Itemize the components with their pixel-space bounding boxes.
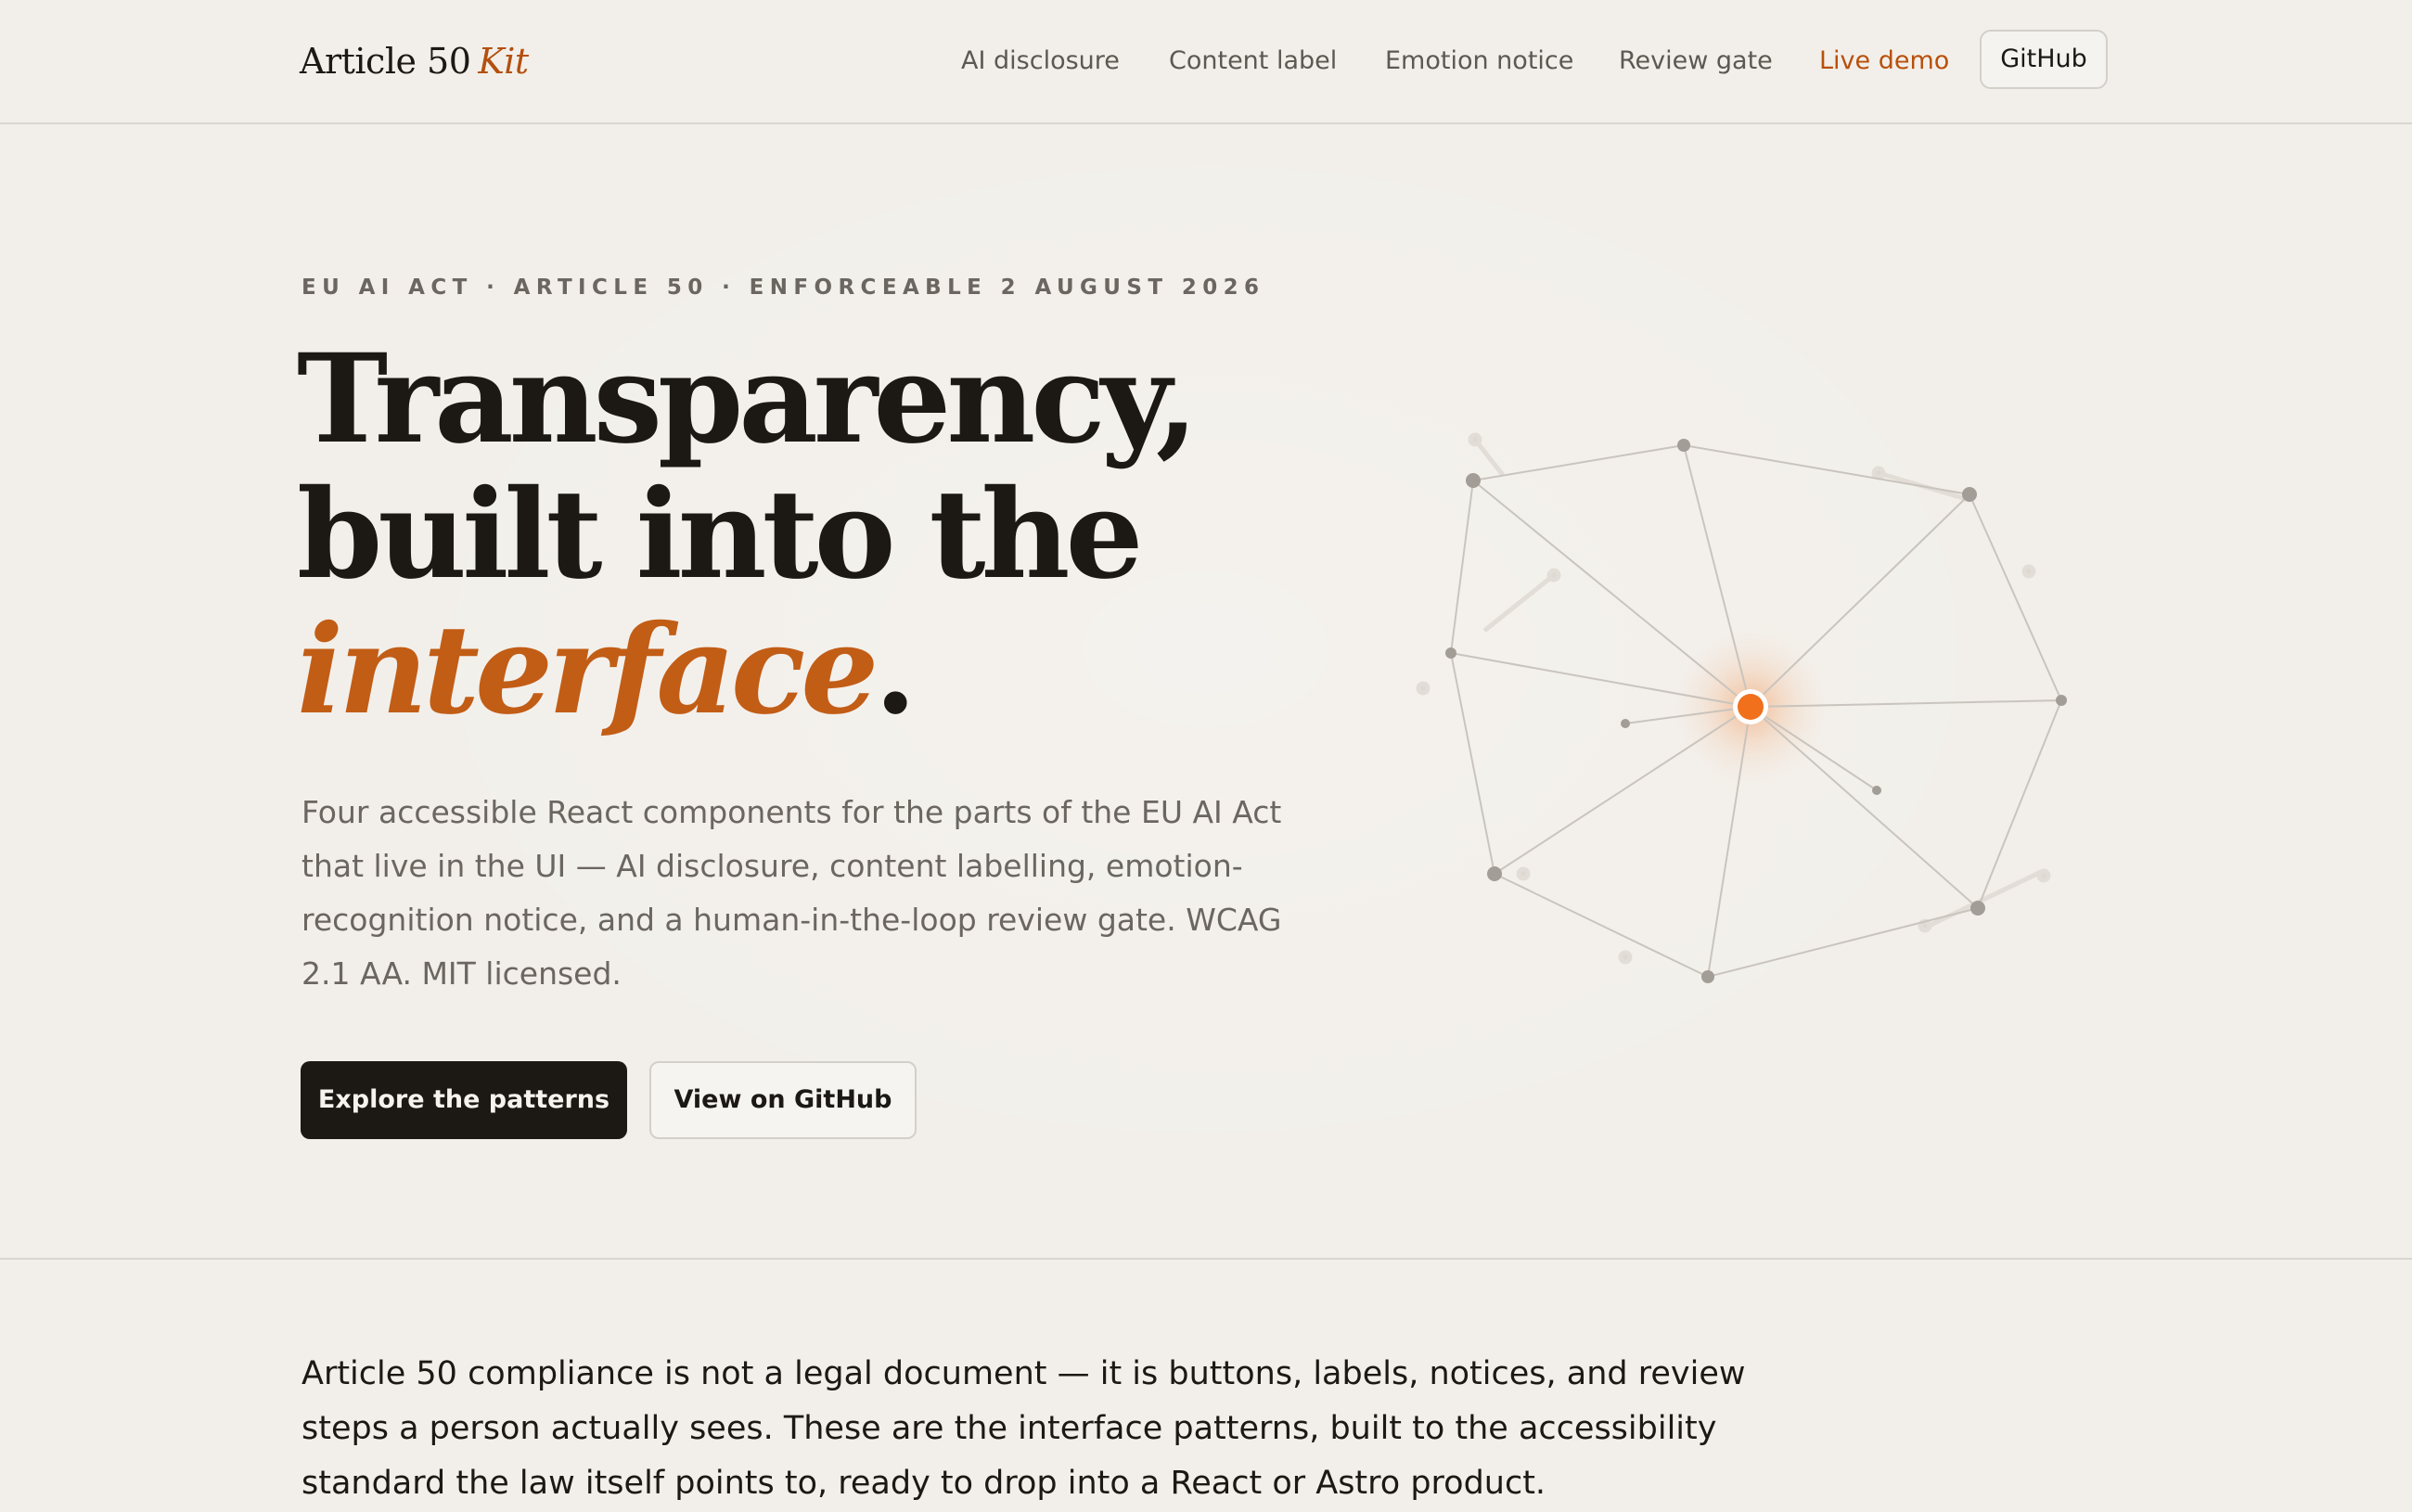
logo-text: Article 50 bbox=[300, 41, 471, 82]
intro-paragraph: Article 50 compliance is not a legal doc… bbox=[302, 1355, 1746, 1502]
nav-link-live-demo[interactable]: Live demo bbox=[1819, 37, 1949, 85]
hero-description: Four accessible React components for the… bbox=[302, 794, 1282, 992]
hero-title-line-1: Transparency, bbox=[297, 327, 1199, 471]
nav-link-ai-disclosure[interactable]: AI disclosure bbox=[961, 37, 1120, 85]
site-logo[interactable]: Article 50 Kit bbox=[300, 33, 529, 89]
logo-accent: Kit bbox=[478, 41, 529, 82]
top-navigation: Article 50 Kit AI disclosure Content labe… bbox=[0, 0, 2412, 124]
hero-title: Transparency, built into the interface. bbox=[297, 327, 1199, 738]
hub-node bbox=[1738, 694, 1764, 720]
hero-title-accent: interface bbox=[297, 598, 879, 742]
hero-eyebrow: EU AI ACT · ARTICLE 50 · ENFORCEABLE 2 A… bbox=[302, 275, 1265, 300]
github-nav-button[interactable]: GitHub bbox=[1980, 30, 2108, 89]
nav-link-review-gate[interactable]: Review gate bbox=[1619, 37, 1773, 85]
hero-title-line-2: built into the bbox=[297, 463, 1143, 607]
hero-title-period: . bbox=[874, 598, 917, 742]
nav-link-emotion-notice[interactable]: Emotion notice bbox=[1385, 37, 1573, 85]
network-graph-icon bbox=[1416, 432, 2067, 983]
nav-link-content-label[interactable]: Content label bbox=[1169, 37, 1337, 85]
view-on-github-button[interactable]: View on GitHub bbox=[649, 1061, 917, 1139]
explore-patterns-button[interactable]: Explore the patterns bbox=[301, 1061, 627, 1139]
section-divider bbox=[0, 1258, 2412, 1260]
hero-title-line-3: interface. bbox=[297, 603, 1194, 738]
